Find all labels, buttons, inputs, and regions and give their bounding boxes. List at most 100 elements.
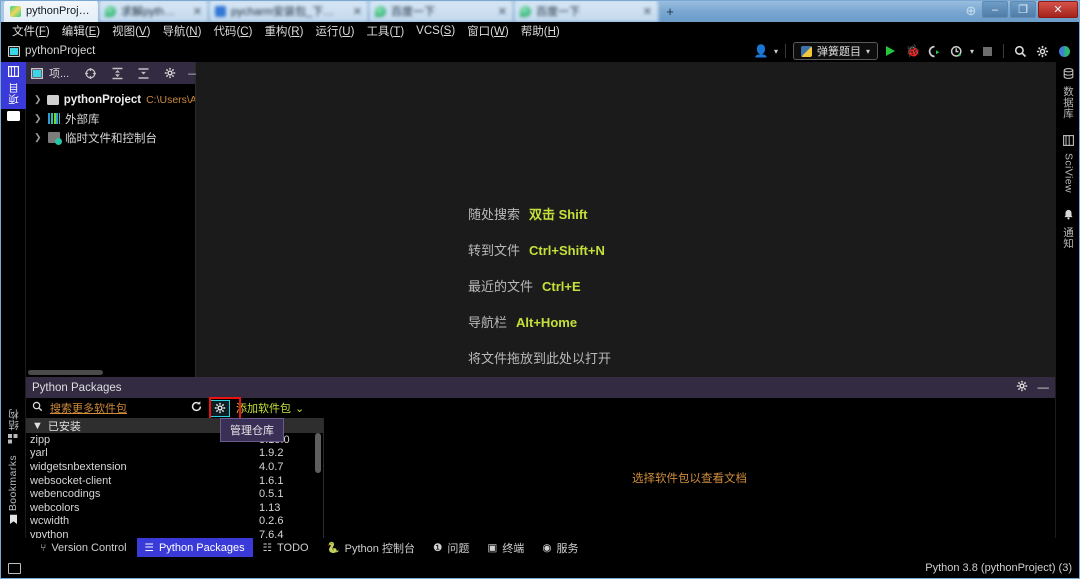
gear-icon[interactable] xyxy=(1033,42,1051,60)
menu-file-label: 文件 xyxy=(12,26,35,38)
tabs-overflow-icon[interactable]: ⊕ xyxy=(960,0,982,22)
tab-problems[interactable]: ❶ 问题 xyxy=(425,538,477,557)
refresh-icon[interactable] xyxy=(190,400,203,416)
table-row[interactable]: yarl 1.9.2 xyxy=(26,447,323,461)
add-package-dropdown[interactable]: 添加软件包 ⌄ xyxy=(236,400,304,416)
hint-go-to-file: 转到文件 Ctrl+Shift+N xyxy=(196,240,1055,259)
project-horizontal-scrollbar[interactable] xyxy=(28,370,103,375)
tab-python-console[interactable]: 🐍 Python 控制台 xyxy=(319,538,423,557)
sidebar-item-database[interactable]: 数据库 xyxy=(1056,62,1080,129)
coverage-icon[interactable] xyxy=(926,42,944,60)
python-packages-tool-window: Python Packages — 搜索更多软件包 添加软件包 ⌄ ▼ 已安装 … xyxy=(26,377,1055,541)
tab-terminal[interactable]: ▣ 终端 xyxy=(479,538,532,557)
tab-version-control[interactable]: ⑂ Version Control xyxy=(32,538,135,557)
close-button[interactable]: ✕ xyxy=(1038,1,1078,18)
tab-services[interactable]: ◉ 服务 xyxy=(534,538,586,557)
ai-assistant-icon[interactable] xyxy=(1055,42,1073,60)
gear-icon[interactable] xyxy=(164,67,176,79)
tree-node-scratches[interactable]: ❯ 临时文件和控制台 xyxy=(30,128,195,147)
tab-todo[interactable]: ☷ TODO xyxy=(255,538,317,557)
hint-label: 随处搜索 xyxy=(468,207,521,222)
packages-list-scrollbar[interactable] xyxy=(315,433,321,473)
run-configuration-selector[interactable]: 弹簧题目 ▾ xyxy=(792,42,878,60)
menu-code[interactable]: 代码(C) xyxy=(207,23,258,39)
menu-window[interactable]: 窗口(W) xyxy=(461,23,515,39)
hint-shortcut: Alt+Home xyxy=(516,315,578,330)
menu-refactor[interactable]: 重构(R) xyxy=(258,23,309,39)
tree-node-pythonproject[interactable]: ❯ pythonProject C:\Users\Ad xyxy=(30,90,195,109)
menu-tools-label: 工具 xyxy=(366,26,390,38)
profiler-icon[interactable] xyxy=(948,42,966,60)
project-view-icon[interactable] xyxy=(31,67,43,79)
window-tab-pythonproject[interactable]: pythonProject xyxy=(4,0,99,22)
os-title-bar: pythonProject 求解python - 搜索 ✕ pycharm安装包… xyxy=(0,0,1080,22)
close-icon[interactable]: ✕ xyxy=(635,5,652,18)
editor-welcome-area: 随处搜索 双击 Shift 转到文件 Ctrl+Shift+N 最近的文件 Ct… xyxy=(196,62,1055,377)
maximize-button[interactable]: ❐ xyxy=(1010,1,1036,18)
chevron-right-icon[interactable]: ❯ xyxy=(34,132,43,143)
manage-repositories-button[interactable] xyxy=(209,399,230,417)
table-row[interactable]: webcolors 1.13 xyxy=(26,501,323,515)
menu-help-mnemonic: H xyxy=(547,26,556,38)
stop-icon[interactable] xyxy=(978,42,996,60)
chevron-down-icon[interactable]: ▾ xyxy=(970,47,974,56)
menu-tools[interactable]: 工具(T) xyxy=(360,23,410,39)
browser-tab-2[interactable]: pycharm安装包_下载安装 ✕ xyxy=(209,0,369,22)
menu-edit[interactable]: 编辑(E) xyxy=(56,23,106,39)
new-tab-button[interactable]: + xyxy=(659,0,681,22)
installed-group-label: 已安装 xyxy=(47,420,81,433)
table-row[interactable]: webencodings 0.5.1 xyxy=(26,487,323,501)
tab-python-console-label: Python 控制台 xyxy=(344,542,415,555)
interpreter-status[interactable]: Python 3.8 (pythonProject) (3) xyxy=(925,562,1072,574)
package-name: yarl xyxy=(30,447,48,460)
locate-icon[interactable] xyxy=(84,67,97,80)
menu-edit-label: 编辑 xyxy=(61,26,85,38)
close-icon[interactable]: ✕ xyxy=(345,5,362,18)
close-icon[interactable]: ✕ xyxy=(185,5,202,18)
left-tool-strip-bottom: 结构 Bookmarks xyxy=(0,405,26,538)
menu-vcs[interactable]: VCS(S) xyxy=(410,25,461,37)
menu-help[interactable]: 帮助(H) xyxy=(515,23,566,39)
sidebar-item-bookmarks[interactable]: Bookmarks xyxy=(0,451,26,538)
chevron-down-icon[interactable]: ▾ xyxy=(774,47,778,56)
chevron-right-icon[interactable]: ❯ xyxy=(34,113,43,124)
menu-view[interactable]: 视图(V) xyxy=(106,23,156,39)
close-icon[interactable]: ✕ xyxy=(490,5,507,18)
menu-navigate[interactable]: 导航(N) xyxy=(156,23,207,39)
hint-navigation-bar: 导航栏 Alt+Home xyxy=(196,312,1055,331)
sidebar-item-notifications[interactable]: 通知 xyxy=(1056,203,1080,259)
gear-icon[interactable] xyxy=(1016,380,1028,395)
search-input[interactable]: 搜索更多软件包 xyxy=(32,400,184,416)
bug-icon[interactable]: 🐞 xyxy=(904,42,922,60)
bookmark-icon xyxy=(9,514,18,528)
minimize-button[interactable]: – xyxy=(982,1,1008,18)
menu-file[interactable]: 文件(F) xyxy=(6,23,56,39)
sidebar-item-project[interactable]: 项目 xyxy=(0,62,26,109)
table-row[interactable]: websocket-client 1.6.1 xyxy=(26,474,323,488)
sidebar-item-sciview[interactable]: SciView xyxy=(1056,129,1080,203)
menu-code-mnemonic: C xyxy=(240,26,249,38)
hint-drop-files: 将文件拖放到此处以打开 xyxy=(196,348,1055,367)
browser-tab-4[interactable]: 百度一下 ✕ xyxy=(514,0,659,22)
menu-navigate-mnemonic: N xyxy=(189,26,198,38)
event-log-icon[interactable] xyxy=(8,562,21,574)
menu-run[interactable]: 运行(U) xyxy=(309,23,360,39)
tab-python-packages[interactable]: ☰ Python Packages xyxy=(136,538,253,557)
breadcrumb[interactable]: pythonProject xyxy=(0,45,95,57)
browser-tab-3[interactable]: 百度一下 ✕ xyxy=(369,0,514,22)
expand-all-icon[interactable] xyxy=(111,67,124,80)
table-row[interactable]: widgetsnbextension 4.0.7 xyxy=(26,460,323,474)
package-version: 4.0.7 xyxy=(259,460,284,473)
table-row[interactable]: wcwidth 0.2.6 xyxy=(26,515,323,529)
collapse-all-icon[interactable] xyxy=(137,67,150,80)
minimize-icon[interactable]: — xyxy=(1038,382,1050,394)
project-panel-title: 项... xyxy=(49,68,70,80)
chevron-right-icon[interactable]: ❯ xyxy=(34,94,42,105)
person-icon[interactable]: 👤 xyxy=(752,42,770,60)
run-icon[interactable] xyxy=(882,42,900,60)
sidebar-item-structure[interactable]: 结构 xyxy=(0,405,26,451)
hint-search-everywhere: 随处搜索 双击 Shift xyxy=(196,204,1055,223)
browser-tab-1[interactable]: 求解python - 搜索 ✕ xyxy=(99,0,209,22)
tree-node-external-libraries[interactable]: ❯ 外部库 xyxy=(30,109,195,128)
search-icon[interactable] xyxy=(1011,42,1029,60)
